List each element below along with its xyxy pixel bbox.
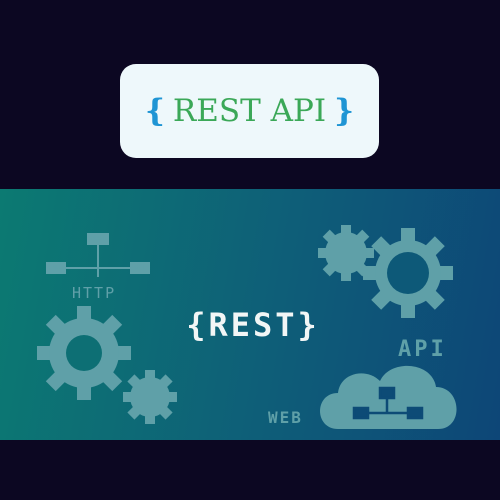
gear-icon [123,370,177,424]
post-method-label: POST [90,235,106,242]
gear-icon [363,228,453,318]
get-method-label: GET [134,264,146,271]
rest-banner: POST PUT GET HTTP API WEB {REST} [0,189,500,440]
cloud-network-icon [320,365,457,429]
badge-close-brace: } [334,92,355,129]
center-title: {REST} [186,306,320,344]
badge-open-brace: { [144,92,165,129]
badge-label: REST API [172,92,327,129]
gear-icon [37,306,131,400]
http-label: HTTP [72,284,117,302]
web-label: WEB [268,408,303,427]
rest-api-badge: { REST API } [120,64,379,158]
api-label: API [398,337,447,362]
put-method-label: PUT [50,264,62,271]
